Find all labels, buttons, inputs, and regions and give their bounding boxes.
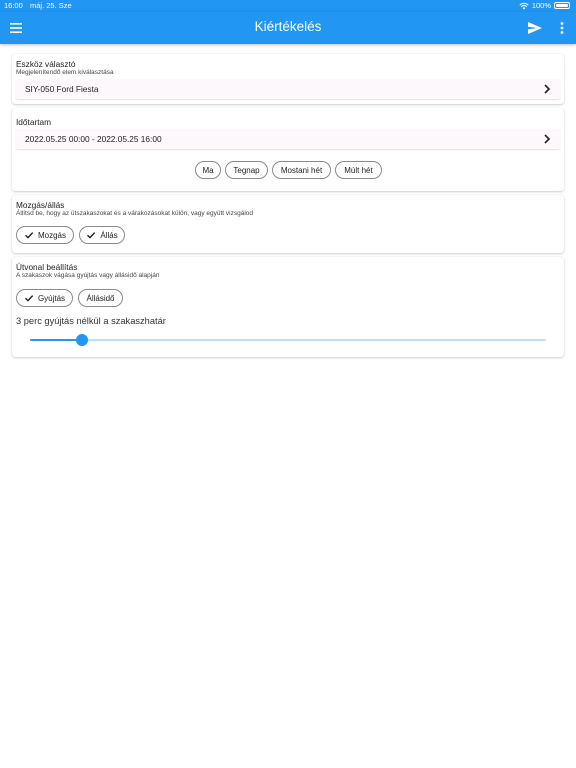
chip-label: Mozgás (37, 230, 66, 240)
chip-yesterday[interactable]: Tegnap (225, 161, 268, 179)
status-right: 100% (519, 1, 570, 10)
route-card-title: Útvonal beállítás (16, 262, 78, 272)
chip-label: Gyújtás (37, 293, 66, 303)
app-bar: Kiértékelés (0, 12, 576, 44)
chip-label: Ma (202, 165, 214, 175)
duration-select[interactable]: 2022.05.25 00:00 - 2022.05.25 16:00 (16, 129, 560, 149)
duration-card: Időtartam 2022.05.25 00:00 - 2022.05.25 … (12, 108, 564, 191)
check-icon (24, 232, 34, 239)
slider-thumb[interactable] (75, 334, 88, 346)
chip-label: Múlt hét (344, 165, 373, 175)
motion-card-title: Mozgás/állás (16, 200, 65, 210)
device-selector-card: Eszköz választó Megjelenítendő elem kivá… (12, 54, 564, 104)
device-card-title: Eszköz választó (16, 59, 76, 69)
chip-label: Állásidő (86, 293, 115, 303)
chevron-right-icon (544, 134, 551, 144)
chip-standing[interactable]: Állás (79, 226, 125, 244)
wifi-icon (519, 2, 529, 9)
slider-fill (30, 339, 82, 341)
chevron-right-icon (544, 84, 551, 94)
chip-idle-time[interactable]: Állásidő (78, 289, 123, 307)
status-bar: 16:00 máj. 25. Sze 100% (0, 0, 576, 12)
chip-ignition[interactable]: Gyújtás (16, 289, 73, 307)
chip-label: Állás (100, 230, 118, 240)
chip-this-week[interactable]: Mostani hét (272, 161, 331, 179)
chip-today[interactable]: Ma (195, 161, 221, 179)
battery-icon (554, 2, 570, 9)
send-icon[interactable] (526, 19, 544, 37)
duration-range-value: 2022.05.25 00:00 - 2022.05.25 16:00 (25, 134, 162, 144)
segment-slider[interactable] (30, 334, 546, 346)
chip-label: Tegnap (233, 165, 260, 175)
device-select[interactable]: SIY-050 Ford Fiesta (16, 79, 560, 99)
chip-motion[interactable]: Mozgás (16, 226, 74, 244)
status-time: 16:00 (4, 1, 23, 10)
route-card-subtitle: A szakaszok vágása gyújtás vagy állásidő… (16, 272, 160, 279)
chip-last-week[interactable]: Múlt hét (335, 161, 382, 179)
more-vert-icon[interactable] (553, 19, 571, 37)
route-card: Útvonal beállítás A szakaszok vágása gyú… (12, 257, 564, 357)
device-card-subtitle: Megjelenítendő elem kiválasztása (16, 69, 114, 76)
motion-card: Mozgás/állás Állítsd be, hogy az útszaka… (12, 195, 564, 253)
duration-card-title: Időtartam (16, 117, 52, 127)
chip-label: Mostani hét (280, 165, 323, 175)
status-date: máj. 25. Sze (30, 1, 72, 10)
battery-percent: 100% (531, 1, 551, 10)
device-selected-value: SIY-050 Ford Fiesta (25, 84, 99, 94)
page-title: Kiértékelés (254, 19, 322, 34)
motion-card-subtitle: Állítsd be, hogy az útszakaszokat és a v… (16, 210, 254, 217)
check-icon (24, 295, 34, 302)
check-icon (87, 232, 96, 239)
slider-label: 3 perc gyújtás nélkül a szakaszhatár (16, 316, 166, 326)
